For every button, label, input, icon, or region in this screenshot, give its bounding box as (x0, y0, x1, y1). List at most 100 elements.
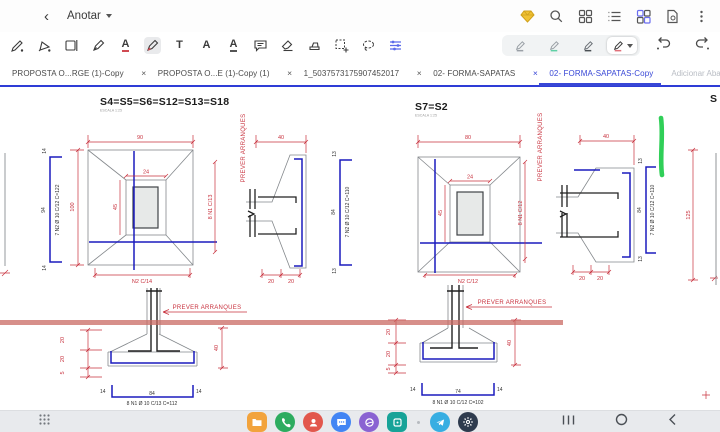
messages-app-icon[interactable] (331, 412, 351, 432)
s4-prever-label: PREVER ARRANQUES (241, 114, 247, 183)
svg-text:13: 13 (638, 256, 644, 262)
back-icon[interactable]: ‹ (44, 8, 49, 25)
chevron-down-icon (106, 14, 112, 18)
telegram-app-icon[interactable] (430, 412, 450, 432)
document-tab-bar: × PROPOSTA O...RGE (1)-Copy × PROPOSTA O… (0, 59, 720, 87)
magic-pen-icon[interactable] (9, 37, 26, 54)
annotation-toolbar: A T A A (0, 32, 720, 59)
svg-text:40: 40 (214, 345, 220, 351)
green-pen-annotation-stroke[interactable] (661, 118, 662, 175)
tab-forma-sapatas-copy-active[interactable]: × 02- FORMA-SAPATAS-Copy (523, 60, 661, 86)
svg-text:20: 20 (268, 279, 274, 285)
svg-text:125: 125 (686, 210, 692, 219)
svg-text:20: 20 (579, 276, 585, 282)
close-icon[interactable]: × (0, 68, 10, 78)
fountain-pen-icon[interactable] (90, 37, 107, 54)
s4-title: S4=S5=S6=S12=S13=S18 (100, 96, 229, 108)
pen-preset-green[interactable] (539, 37, 569, 54)
comment-tool-icon[interactable] (252, 37, 269, 54)
elev-right-dims (388, 305, 552, 376)
pen-preset-black[interactable] (573, 37, 603, 54)
apps-grid-icon[interactable] (38, 413, 51, 431)
svg-text:45: 45 (113, 204, 119, 210)
undo-icon[interactable] (655, 35, 672, 56)
auto-shape-pen-icon[interactable] (36, 37, 53, 54)
home-nav-icon[interactable] (615, 413, 628, 431)
font-a-icon[interactable]: A (198, 37, 215, 54)
elev-left-outline (108, 288, 197, 366)
svg-text:7 N2 Ø 10 C/12 C=122: 7 N2 Ø 10 C/12 C=122 (55, 184, 61, 235)
settings-app-icon[interactable] (458, 412, 478, 432)
svg-text:100: 100 (70, 202, 76, 211)
app-bar: ‹ Anotar (0, 0, 720, 32)
svg-text:45: 45 (438, 210, 444, 216)
elevation-right: PREVER ARRANQUES 40 20 20 5 14 74 14 8 N… (386, 285, 552, 406)
back-nav-icon[interactable] (668, 413, 677, 431)
phone-app-icon[interactable] (275, 412, 295, 432)
svg-text:80: 80 (465, 135, 471, 141)
grid-view-icon[interactable] (576, 7, 594, 25)
eraser-tool-icon[interactable] (279, 37, 296, 54)
svg-text:84: 84 (331, 209, 337, 215)
elev-right-schedule: 8 N1 Ø 10 C/12 C=102 (432, 400, 483, 406)
s7-title: S7=S2 (415, 101, 448, 113)
pdf-page-canvas[interactable]: S4=S5=S6=S12=S13=S18 ESCALA 1:25 14 94 7… (0, 85, 720, 410)
mode-dropdown[interactable]: Anotar (67, 10, 112, 22)
close-icon[interactable]: × (407, 68, 431, 78)
add-tab-button[interactable]: Adicionar Aba + (661, 69, 720, 78)
elev-left-footing-rebar (111, 351, 194, 363)
close-icon[interactable]: × (278, 68, 302, 78)
contacts-app-icon[interactable] (303, 412, 323, 432)
elev-left-prever-label: PREVER ARRANQUES (173, 305, 242, 311)
lasso-tool-icon[interactable] (360, 37, 377, 54)
marker-tool-icon[interactable] (306, 37, 323, 54)
pen-preset-red-active[interactable] (607, 37, 637, 54)
underline-a-icon[interactable]: A (225, 37, 242, 54)
internet-app-icon[interactable] (359, 412, 379, 432)
document-icon[interactable] (663, 7, 681, 25)
pen-preset-gray[interactable] (505, 37, 535, 54)
svg-text:20: 20 (597, 276, 603, 282)
tab-proposta-1[interactable]: × PROPOSTA O...RGE (1)-Copy (0, 60, 132, 86)
tabs: × PROPOSTA O...RGE (1)-Copy × PROPOSTA O… (0, 60, 720, 86)
svg-text:13: 13 (332, 151, 338, 157)
s7-section-rebar-blue (574, 170, 630, 257)
highlight-text-a-icon[interactable]: A (117, 37, 134, 54)
tab-forma-sapatas[interactable]: × 02- FORMA-SAPATAS (407, 60, 523, 86)
text-tool-icon[interactable]: T (171, 37, 188, 54)
elev-right-prever-label: PREVER ARRANQUES (478, 300, 547, 306)
svg-text:20: 20 (288, 279, 294, 285)
files-app-icon[interactable] (247, 412, 267, 432)
redo-icon[interactable] (694, 35, 711, 56)
pen-preset-group (502, 35, 640, 56)
svg-text:N2 C/14: N2 C/14 (132, 279, 152, 285)
list-view-icon[interactable] (605, 7, 623, 25)
tab-numbered[interactable]: × 1_5037573175907452017 (278, 60, 408, 86)
s7-prever-label: PREVER ARRANQUES (538, 113, 544, 182)
multi-window-icon[interactable] (634, 7, 652, 25)
left-edge-dim (0, 270, 10, 276)
svg-text:24: 24 (467, 175, 473, 181)
close-icon[interactable]: × (132, 68, 156, 78)
active-pen-tool-icon[interactable] (144, 37, 161, 54)
s4-scale: ESCALA 1:25 (100, 109, 122, 113)
s4-section-view (246, 155, 306, 268)
tab-proposta-2[interactable]: × PROPOSTA O...E (1)-Copy (1) (132, 60, 278, 86)
select-area-tool-icon[interactable] (333, 37, 350, 54)
close-icon[interactable]: × (523, 68, 547, 78)
dock-separator-dot (417, 421, 420, 424)
s4-section-rebar-blue (294, 159, 302, 266)
s7-scale: ESCALA 1:25 (415, 114, 437, 118)
text-box-tool-icon[interactable] (63, 37, 80, 54)
more-menu-icon[interactable] (692, 7, 710, 25)
favorites-toolbar-icon[interactable] (387, 37, 404, 54)
tool-group-left: A T A A (0, 37, 404, 54)
recents-nav-icon[interactable] (562, 413, 575, 431)
svg-text:14: 14 (42, 148, 48, 154)
s4-section-dims (254, 135, 308, 278)
s7-section-view (556, 168, 634, 262)
nav-buttons (562, 413, 677, 431)
premium-gem-icon[interactable] (518, 7, 536, 25)
calendar-app-icon[interactable] (387, 412, 407, 432)
search-icon[interactable] (547, 7, 565, 25)
